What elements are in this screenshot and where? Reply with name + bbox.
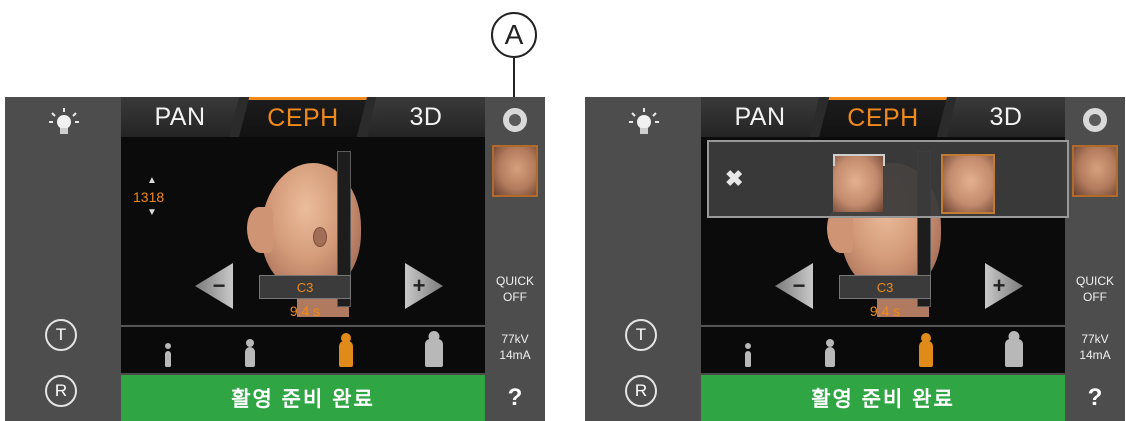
main-panel: PAN CEPH 3D ▲ 1318 ▼ − + C3 9.4 s: [121, 97, 485, 373]
ma-value: 14mA: [499, 348, 531, 362]
left-toolbar: T R: [5, 97, 121, 421]
mode-tabs: PAN CEPH 3D: [701, 97, 1065, 137]
exposure-settings[interactable]: 77kV 14mA: [1067, 331, 1123, 363]
child-small-size-icon[interactable]: [165, 343, 171, 367]
patient-size-selector: [121, 325, 485, 373]
height-up-icon[interactable]: ▲: [147, 175, 157, 186]
patient-size-selector: [701, 325, 1065, 373]
quick-mode-toggle[interactable]: QUICK OFF: [1067, 273, 1123, 305]
tab-pan[interactable]: PAN: [701, 97, 819, 137]
program-button[interactable]: C3: [839, 275, 931, 299]
r-rotate-button[interactable]: R: [625, 375, 657, 407]
help-button[interactable]: ?: [485, 375, 545, 421]
ear-icon: [313, 227, 327, 247]
large-adult-size-icon[interactable]: [425, 331, 443, 367]
callout-a: A: [491, 12, 537, 58]
exposure-time: 9.4 s: [289, 303, 321, 319]
help-button[interactable]: ?: [1065, 375, 1125, 421]
gear-icon[interactable]: [1083, 108, 1107, 132]
patient-view: ▲ 1318 ▼ − + C3 9.4 s: [121, 137, 485, 323]
adult-size-icon-selected[interactable]: [339, 333, 353, 367]
height-down-icon[interactable]: ▼: [147, 207, 157, 218]
next-arrow-button[interactable]: +: [985, 263, 1023, 309]
tab-ceph[interactable]: CEPH: [819, 97, 947, 137]
left-toolbar: T R: [585, 97, 701, 421]
mode-tabs: PAN CEPH 3D: [121, 97, 485, 137]
ceph-view-thumbnail-button[interactable]: [492, 145, 538, 197]
view-select-popup: ✖: [707, 140, 1069, 218]
tab-ceph[interactable]: CEPH: [239, 97, 367, 137]
main-panel: PAN CEPH 3D − + C3 9.4 s: [701, 97, 1065, 373]
ceph-view-thumbnail-button[interactable]: [1072, 145, 1118, 197]
ceph-screen-default: T R PAN CEPH 3D ▲ 1318 ▼ − + C3 9.4 s 활영…: [5, 97, 545, 421]
close-icon[interactable]: ✖: [725, 166, 743, 192]
quick-label: QUICK: [1075, 274, 1114, 288]
kv-value: 77kV: [1081, 332, 1109, 346]
quick-state: OFF: [1083, 290, 1107, 304]
light-bulb-icon[interactable]: [627, 107, 661, 137]
tab-pan[interactable]: PAN: [121, 97, 239, 137]
exposure-settings[interactable]: 77kV 14mA: [487, 331, 543, 363]
ready-status-bar[interactable]: 활영 준비 완료: [701, 375, 1065, 421]
ready-status-bar[interactable]: 활영 준비 완료: [121, 375, 485, 421]
tab-3d[interactable]: 3D: [367, 97, 485, 137]
gear-icon[interactable]: [503, 108, 527, 132]
right-toolbar: QUICK OFF 77kV 14mA ?: [1065, 97, 1125, 421]
program-button[interactable]: C3: [259, 275, 351, 299]
oblique-view-option-selected[interactable]: [941, 154, 995, 214]
kv-value: 77kV: [501, 332, 529, 346]
next-arrow-button[interactable]: +: [405, 263, 443, 309]
right-toolbar: QUICK OFF 77kV 14mA ?: [485, 97, 545, 421]
height-value: 1318: [133, 189, 165, 205]
large-adult-size-icon[interactable]: [1005, 331, 1023, 367]
exposure-time: 9.4 s: [869, 303, 901, 319]
tab-3d[interactable]: 3D: [947, 97, 1065, 137]
head-holder-bracket: [833, 154, 885, 166]
quick-state: OFF: [503, 290, 527, 304]
quick-mode-toggle[interactable]: QUICK OFF: [487, 273, 543, 305]
adult-size-icon-selected[interactable]: [919, 333, 933, 367]
t-rotate-button[interactable]: T: [45, 319, 77, 351]
light-bulb-icon[interactable]: [47, 107, 81, 137]
ma-value: 14mA: [1079, 348, 1111, 362]
t-rotate-button[interactable]: T: [625, 319, 657, 351]
r-rotate-button[interactable]: R: [45, 375, 77, 407]
previous-arrow-button[interactable]: −: [775, 263, 813, 309]
previous-arrow-button[interactable]: −: [195, 263, 233, 309]
child-size-icon[interactable]: [245, 339, 255, 367]
child-size-icon[interactable]: [825, 339, 835, 367]
child-small-size-icon[interactable]: [745, 343, 751, 367]
ceph-screen-view-select: T R PAN CEPH 3D − + C3 9.4 s 활영 준비 완료 QU…: [585, 97, 1125, 421]
quick-label: QUICK: [495, 274, 534, 288]
